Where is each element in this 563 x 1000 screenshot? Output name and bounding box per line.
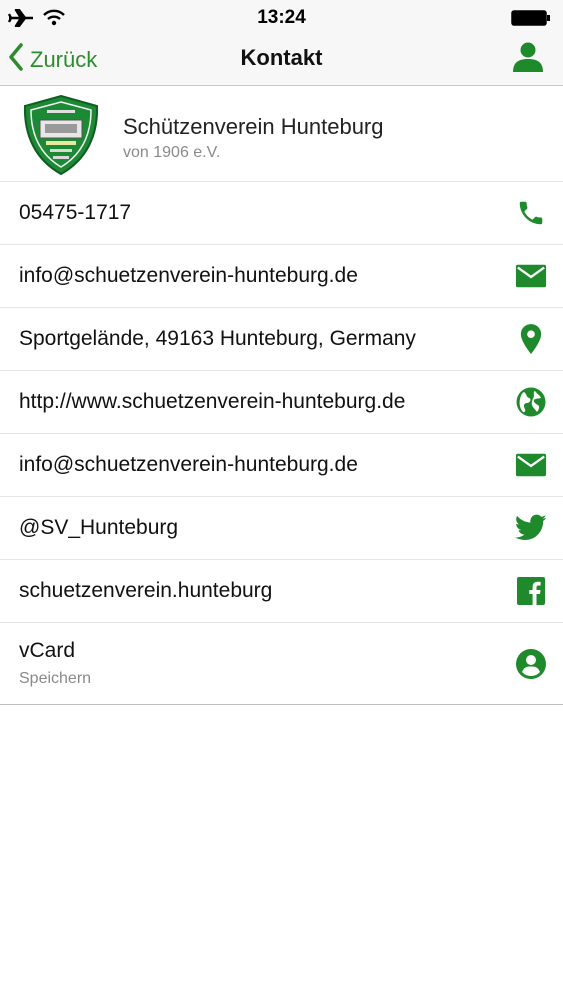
mail-icon [515, 260, 547, 292]
twitter-handle: @SV_Hunteburg [19, 516, 179, 539]
website-row[interactable]: http://www.schuetzenverein-hunteburg.de [0, 371, 563, 434]
contact-list: Schützenverein Hunteburg von 1906 e.V. 0… [0, 86, 563, 705]
facebook-icon [515, 575, 547, 607]
email-row[interactable]: info@schuetzenverein-hunteburg.de [0, 245, 563, 308]
vcard-title: vCard [19, 639, 76, 662]
website-url: http://www.schuetzenverein-hunteburg.de [19, 390, 406, 413]
navigation-bar: Zurück Kontakt [0, 36, 563, 86]
page-title: Kontakt [240, 45, 323, 70]
vcard-subtitle: Speichern [19, 670, 92, 687]
email-address: info@schuetzenverein-hunteburg.de [19, 264, 358, 287]
address-row[interactable]: Sportgelände, 49163 Hunteburg, Germany [0, 308, 563, 371]
twitter-icon [515, 512, 547, 544]
vcard-row[interactable]: vCard Speichern [0, 623, 563, 705]
status-time: 13:24 [257, 7, 306, 28]
phone-icon [515, 197, 547, 229]
person-icon [511, 42, 545, 78]
organization-name: Schützenverein Hunteburg [123, 114, 384, 139]
email-address-secondary: info@schuetzenverein-hunteburg.de [19, 453, 358, 476]
organization-subtitle: von 1906 e.V. [123, 144, 221, 161]
club-logo [20, 94, 102, 181]
email-row-secondary[interactable]: info@schuetzenverein-hunteburg.de [0, 434, 563, 497]
battery-icon [511, 10, 551, 31]
twitter-row[interactable]: @SV_Hunteburg [0, 497, 563, 560]
phone-row[interactable]: 05475-1717 [0, 182, 563, 245]
facebook-page: schuetzenverein.hunteburg [19, 579, 273, 602]
mail-icon [515, 449, 547, 481]
account-circle-icon [515, 648, 547, 680]
location-pin-icon [515, 323, 547, 355]
globe-icon [515, 386, 547, 418]
phone-number: 05475-1717 [19, 201, 132, 224]
address: Sportgelände, 49163 Hunteburg, Germany [19, 327, 416, 350]
status-bar: 13:24 [0, 0, 563, 36]
facebook-row[interactable]: schuetzenverein.hunteburg [0, 560, 563, 623]
organization-header: Schützenverein Hunteburg von 1906 e.V. [0, 86, 563, 182]
profile-button[interactable] [511, 40, 545, 79]
